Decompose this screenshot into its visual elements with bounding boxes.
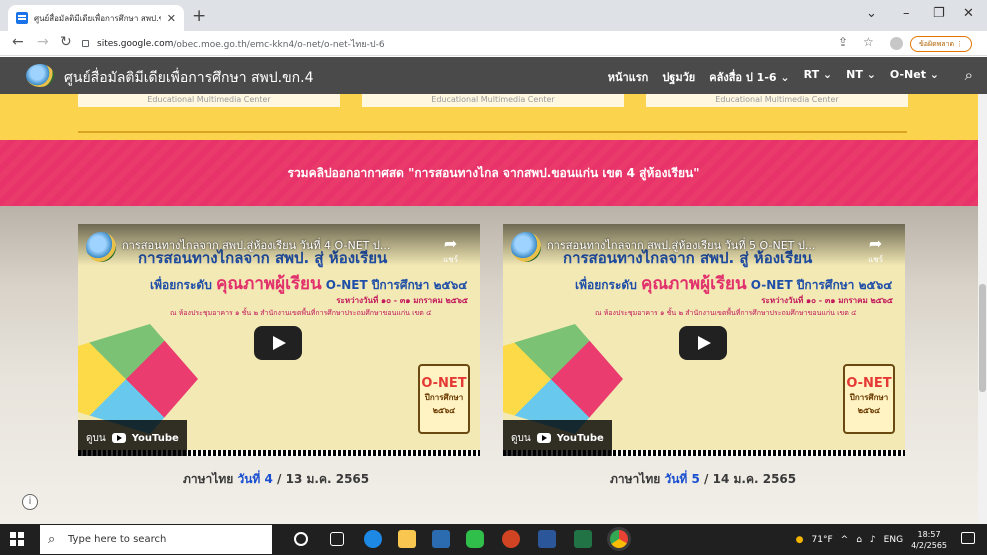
browser-toolbar: ← → ↻ sites.google.com /obec.moe.go.th/e…	[0, 31, 987, 56]
reload-icon[interactable]: ↻	[60, 34, 72, 50]
divider	[78, 131, 907, 133]
decorative-shapes	[78, 324, 198, 434]
cortana-icon[interactable]	[294, 532, 308, 546]
onet-badge: O-NET ปีการศึกษา ๒๕๖๔	[843, 364, 895, 434]
video-title[interactable]: การสอนทางไกลจาก สพป.สู่ห้องเรียน วันที่ …	[122, 236, 390, 254]
info-icon[interactable]: i	[22, 494, 38, 510]
video-caption: ภาษาไทย วันที่ 5 / 14 ม.ค. 2565	[610, 472, 797, 486]
nav-nt[interactable]: NT	[846, 68, 876, 86]
close-tab-icon[interactable]: ✕	[167, 12, 176, 25]
restore-button[interactable]: ❐	[933, 6, 945, 21]
network-icon[interactable]: ⌂	[856, 535, 862, 545]
play-button[interactable]	[679, 326, 727, 360]
browser-tab-strip: ศูนย์สื่อมัลติมีเดียเพื่อการศึกษา สพป.ข …	[0, 0, 987, 31]
video-dates: ระหว่างวันที่ ๑๐ - ๓๑ มกราคม ๒๕๖๕	[761, 296, 893, 305]
clock-time: 18:57	[917, 529, 941, 539]
update-button[interactable]: ข้อผิดพลาด ⋮	[910, 36, 973, 52]
onet-badge: O-NET ปีการศึกษา ๒๕๖๔	[418, 364, 470, 434]
nav-rt[interactable]: RT	[804, 68, 833, 86]
broadcast-banner: รวมคลิปออกอากาศสด "การสอนทางไกล จากสพป.ข…	[0, 140, 987, 206]
decorative-shapes	[503, 324, 623, 434]
emc-card: Educational Multimedia Center	[362, 94, 624, 107]
volume-icon[interactable]: ♪	[870, 535, 876, 545]
watch-on-youtube-button[interactable]: ดูบน YouTube	[503, 420, 612, 456]
back-arrow-icon[interactable]: ←	[12, 34, 24, 50]
powerpoint-icon[interactable]	[502, 530, 520, 548]
share-icon[interactable]: ➦ แชร์	[868, 234, 883, 266]
file-explorer-icon[interactable]	[398, 530, 416, 548]
excel-icon[interactable]	[574, 530, 592, 548]
video-title[interactable]: การสอนทางไกลจาก สพป.สู่ห้องเรียน วันที่ …	[547, 236, 815, 254]
banner-text: รวมคลิปออกอากาศสด "การสอนทางไกล จากสพป.ข…	[287, 165, 700, 180]
taskbar-search-box[interactable]: ⌕ Type here to search	[40, 525, 272, 554]
emc-card: Educational Multimedia Center	[646, 94, 908, 107]
nav-media-library[interactable]: คลังสื่อ ป 1-6	[709, 68, 789, 86]
clock-date: 4/2/2565	[911, 540, 947, 550]
word-icon[interactable]	[538, 530, 556, 548]
video-venue: ณ ห้องประชุมอาคาร ๑ ชั้น ๒ สำนักงานเขตพื…	[595, 309, 857, 317]
search-icon[interactable]: ⌕	[965, 66, 973, 84]
clock[interactable]: 18:57 4/2/2565	[911, 529, 947, 551]
notification-center-icon[interactable]	[961, 532, 975, 544]
new-tab-button[interactable]: +	[192, 6, 206, 26]
play-button[interactable]	[254, 326, 302, 360]
windows-start-icon[interactable]	[10, 532, 24, 546]
browser-tab[interactable]: ศูนย์สื่อมัลติมีเดียเพื่อการศึกษา สพป.ข …	[8, 5, 184, 31]
emc-card: Educational Multimedia Center	[78, 94, 340, 107]
url-domain: sites.google.com	[97, 38, 174, 49]
video-subheading: เพื่อยกระดับ คุณภาพผู้เรียน O-NET ปีการศ…	[575, 274, 893, 294]
address-bar[interactable]: sites.google.com /obec.moe.go.th/emc-kkn…	[82, 34, 822, 53]
site-nav: หน้าแรก ปฐมวัย คลังสื่อ ป 1-6 RT NT O-Ne…	[608, 68, 939, 86]
forward-arrow-icon[interactable]: →	[37, 34, 49, 50]
store-icon[interactable]	[432, 530, 450, 548]
tab-search-chevron-icon[interactable]: ⌄	[866, 6, 877, 21]
weather-icon[interactable]: ●	[796, 535, 804, 545]
update-label: ข้อผิดพลาด	[919, 39, 955, 48]
site-title[interactable]: ศูนย์สื่อมัลติมีเดียเพื่อการศึกษา สพป.ขก…	[64, 67, 314, 89]
site-header: ศูนย์สื่อมัลติมีเดียเพื่อการศึกษา สพป.ขก…	[0, 57, 987, 94]
video-dates: ระหว่างวันที่ ๑๐ - ๓๑ มกราคม ๒๕๖๕	[336, 296, 468, 305]
share-icon[interactable]: ⇪	[838, 35, 848, 49]
url-path: /obec.moe.go.th/emc-kkn4/o-net/o-net-ไทย…	[173, 39, 385, 50]
search-icon: ⌕	[48, 532, 56, 547]
site-logo[interactable]	[26, 64, 54, 87]
youtube-icon	[536, 433, 551, 443]
language-indicator[interactable]: ENG	[884, 535, 903, 545]
lock-icon	[82, 40, 89, 47]
nav-onet[interactable]: O-Net	[890, 68, 939, 86]
video-caption: ภาษาไทย วันที่ 4 / 13 ม.ค. 2565	[183, 472, 370, 486]
nav-preschool[interactable]: ปฐมวัย	[662, 68, 695, 86]
share-icon[interactable]: ➦ แชร์	[443, 234, 458, 266]
scrollbar-thumb[interactable]	[979, 284, 986, 392]
channel-avatar[interactable]	[511, 232, 541, 262]
minimize-button[interactable]: –	[903, 6, 910, 21]
edge-icon[interactable]	[364, 530, 382, 548]
chrome-icon[interactable]	[610, 530, 628, 548]
nav-home[interactable]: หน้าแรก	[608, 68, 649, 86]
close-window-button[interactable]: ✕	[963, 6, 974, 21]
watch-on-youtube-button[interactable]: ดูบน YouTube	[78, 420, 187, 456]
profile-avatar[interactable]	[890, 37, 903, 50]
system-tray: ● 71°F ^ ⌂ ♪ ENG 18:57 4/2/2565	[796, 524, 947, 555]
task-view-icon[interactable]	[330, 532, 344, 546]
line-app-icon[interactable]	[466, 530, 484, 548]
video-embed[interactable]: การสอนทางไกลจาก สพป. สู่ ห้องเรียน เพื่อ…	[503, 224, 905, 456]
tray-chevron-icon[interactable]: ^	[841, 535, 849, 545]
video-venue: ณ ห้องประชุมอาคาร ๑ ชั้น ๒ สำนักงานเขตพื…	[170, 309, 432, 317]
video-embed[interactable]: การสอนทางไกลจาก สพป. สู่ ห้องเรียน เพื่อ…	[78, 224, 480, 456]
video-subheading: เพื่อยกระดับ คุณภาพผู้เรียน O-NET ปีการศ…	[150, 274, 468, 294]
bookmark-star-icon[interactable]: ☆	[863, 35, 874, 49]
tab-title: ศูนย์สื่อมัลติมีเดียเพื่อการศึกษา สพป.ข	[34, 13, 161, 23]
windows-taskbar: ⌕ Type here to search ● 71°F ^ ⌂ ♪ ENG 1…	[0, 524, 987, 555]
site-favicon-icon	[16, 12, 28, 24]
weather-temp[interactable]: 71°F	[812, 535, 833, 545]
youtube-icon	[111, 433, 126, 443]
taskbar-search-placeholder: Type here to search	[68, 534, 167, 545]
channel-avatar[interactable]	[86, 232, 116, 262]
